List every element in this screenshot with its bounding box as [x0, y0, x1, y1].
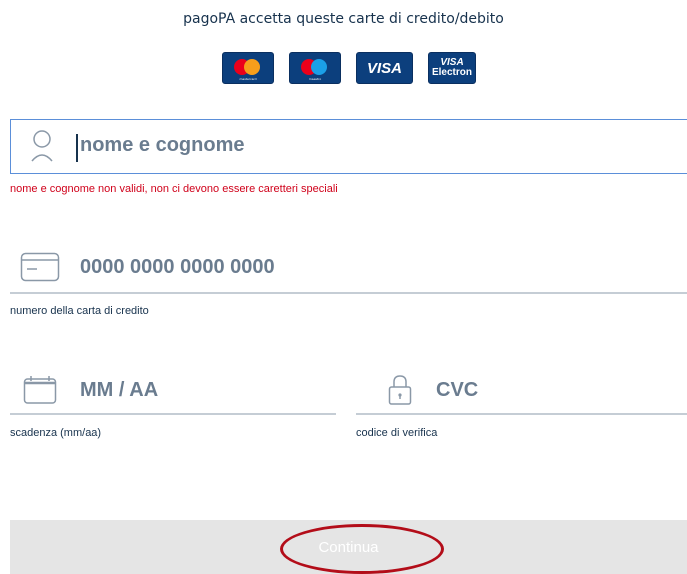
visa-logo: VISA — [356, 52, 413, 84]
person-icon — [31, 130, 53, 162]
visa-electron-logo: VISA Electron — [428, 52, 476, 84]
cvc-underline — [356, 413, 687, 415]
mastercard-orange-circle — [244, 59, 260, 75]
card-number-hint: numero della carta di credito — [10, 305, 149, 317]
cvc-hint: codice di verifica — [356, 427, 438, 439]
card-number-input[interactable]: 0000 0000 0000 0000 — [80, 256, 275, 279]
payment-form-page: pagoPA accetta queste carte di credito/d… — [0, 0, 687, 574]
expiry-hint: scadenza (mm/aa) — [10, 427, 102, 439]
card-number-underline — [10, 292, 687, 294]
maestro-blue-circle — [311, 59, 327, 75]
expiry-underline — [10, 413, 336, 415]
maestro-logo: maestro — [289, 52, 341, 84]
credit-card-icon — [20, 252, 60, 282]
visa-electron-bottom-label: Electron — [431, 67, 472, 78]
expiry-input[interactable]: MM / AA — [80, 379, 158, 402]
text-cursor — [76, 134, 78, 162]
accepted-cards-row: mastercard maestro VISA VISA Electron — [222, 52, 476, 84]
calendar-icon — [23, 376, 57, 404]
name-input-placeholder[interactable]: nome e cognome — [80, 134, 244, 157]
cvc-input[interactable]: CVC — [436, 379, 478, 402]
mastercard-label: mastercard — [239, 77, 257, 81]
name-error-message: nome e cognome non validi, non ci devono… — [10, 183, 338, 195]
accepted-cards-text: pagoPA accetta queste carte di credito/d… — [183, 11, 504, 27]
lock-icon — [388, 375, 412, 405]
mastercard-logo: mastercard — [222, 52, 274, 84]
maestro-label: maestro — [308, 77, 322, 81]
continue-button[interactable]: Continua — [10, 520, 687, 574]
